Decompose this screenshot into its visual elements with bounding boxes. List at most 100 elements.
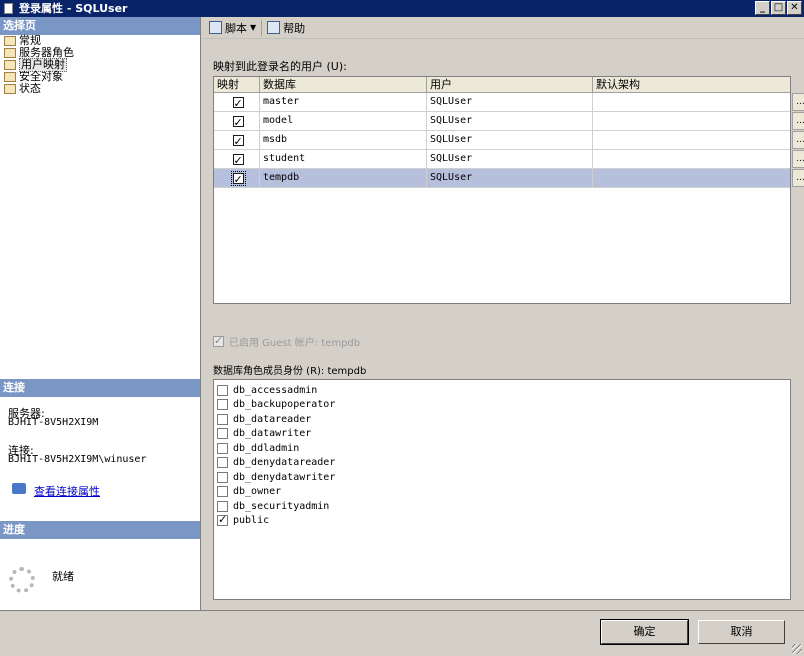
role-membership-label: 数据库角色成员身份 (R): tempdb xyxy=(213,366,367,377)
map-cell xyxy=(214,112,260,132)
help-button[interactable]: 帮助 xyxy=(264,20,308,36)
role-label: db_securityadmin xyxy=(233,500,330,512)
default-schema-cell[interactable]: ... xyxy=(593,93,804,111)
chevron-down-icon[interactable]: ▼ xyxy=(250,23,256,32)
map-cell xyxy=(214,93,260,113)
table-row[interactable]: msdbSQLUser... xyxy=(214,131,804,151)
role-checkbox[interactable] xyxy=(217,384,228,396)
user-cell[interactable]: SQLUser xyxy=(427,169,593,187)
page-icon xyxy=(4,72,16,82)
progress-status: 就绪 xyxy=(52,570,74,583)
guest-account-checkbox xyxy=(213,334,224,347)
role-item[interactable]: db_accessadmin xyxy=(214,383,790,398)
page-icon xyxy=(4,36,16,46)
role-item[interactable]: db_datareader xyxy=(214,412,790,427)
map-cell xyxy=(214,169,260,189)
guest-account-label: 已启用 Guest 帐户: tempdb xyxy=(229,338,361,349)
user-cell[interactable]: SQLUser xyxy=(427,112,593,130)
role-membership-list: db_accessadmin db_backupoperator db_datare… xyxy=(213,379,791,600)
progress-spinner-icon xyxy=(9,567,35,593)
database-cell: msdb xyxy=(260,131,427,149)
role-label: db_denydatareader xyxy=(233,457,336,469)
column-header-map[interactable]: 映射 xyxy=(214,77,260,92)
database-cell: tempdb xyxy=(260,169,427,187)
role-checkbox[interactable] xyxy=(217,471,228,483)
role-checkbox[interactable] xyxy=(217,500,228,512)
map-checkbox[interactable] xyxy=(232,95,244,113)
script-button[interactable]: 脚本 ▼ xyxy=(206,20,259,36)
left-pane: 选择页 常规 服务器角色 用户映射 安全对象 状态 连接 服务器: BJHIT-8V5H… xyxy=(0,17,201,610)
role-item[interactable]: db_denydatawriter xyxy=(214,470,790,485)
connection-properties-icon xyxy=(12,483,26,494)
table-row[interactable]: masterSQLUser... xyxy=(214,93,804,113)
role-checkbox[interactable] xyxy=(217,413,228,425)
role-checkbox[interactable] xyxy=(217,486,228,498)
role-item[interactable]: db_datawriter xyxy=(214,427,790,442)
column-header-default-schema[interactable]: 默认架构 xyxy=(593,77,790,92)
default-schema-cell[interactable]: ... xyxy=(593,112,804,130)
help-icon xyxy=(267,21,281,34)
role-item[interactable]: db_securityadmin xyxy=(214,499,790,514)
database-cell: master xyxy=(260,93,427,111)
browse-schema-button[interactable]: ... xyxy=(792,112,804,130)
cancel-button[interactable]: 取消 xyxy=(698,620,785,644)
nav-item-page[interactable]: 状态 xyxy=(0,83,200,95)
browse-schema-button[interactable]: ... xyxy=(792,131,804,149)
page-icon xyxy=(4,48,16,58)
user-cell[interactable]: SQLUser xyxy=(427,150,593,168)
window-title: 登录属性 - SQLUser xyxy=(19,2,128,15)
role-label: db_datawriter xyxy=(233,428,312,440)
table-row[interactable]: studentSQLUser... xyxy=(214,150,804,170)
default-schema-cell[interactable]: ... xyxy=(593,169,804,187)
role-label: public xyxy=(233,515,270,527)
help-label: 帮助 xyxy=(283,21,306,35)
window-icon xyxy=(4,3,13,14)
browse-schema-button[interactable]: ... xyxy=(792,169,804,187)
role-item[interactable]: db_owner xyxy=(214,485,790,500)
role-checkbox[interactable] xyxy=(217,457,228,469)
mouse-cursor-icon xyxy=(3,93,21,111)
view-connection-properties-link[interactable]: 查看连接属性 xyxy=(34,483,100,499)
database-cell: student xyxy=(260,150,427,168)
map-checkbox[interactable] xyxy=(230,170,246,189)
default-schema-cell[interactable]: ... xyxy=(593,131,804,149)
role-checkbox[interactable] xyxy=(217,399,228,411)
maximize-button[interactable]: □ xyxy=(771,1,786,15)
user-cell[interactable]: SQLUser xyxy=(427,131,593,149)
map-checkbox[interactable] xyxy=(232,152,244,170)
browse-schema-button[interactable]: ... xyxy=(792,150,804,168)
user-cell[interactable]: SQLUser xyxy=(427,93,593,111)
column-header-database[interactable]: 数据库 xyxy=(260,77,427,92)
resize-grip-icon[interactable] xyxy=(792,644,802,654)
default-schema-cell[interactable]: ... xyxy=(593,150,804,168)
role-item[interactable]: public xyxy=(214,513,790,529)
role-label: db_datareader xyxy=(233,413,312,425)
role-checkbox[interactable] xyxy=(217,428,228,440)
close-button[interactable]: ✕ xyxy=(787,1,802,15)
database-cell: model xyxy=(260,112,427,130)
mapping-label: 映射到此登录名的用户 (U): xyxy=(213,60,347,73)
guest-account-option: 已启用 Guest 帐户: tempdb xyxy=(213,334,360,349)
role-item[interactable]: db_ddladmin xyxy=(214,441,790,456)
role-checkbox[interactable] xyxy=(217,442,228,454)
script-label: 脚本 xyxy=(225,21,247,35)
bottom-bar: 确定 取消 xyxy=(0,610,804,656)
table-row[interactable]: tempdbSQLUser... xyxy=(214,169,804,189)
role-label: db_ddladmin xyxy=(233,442,300,454)
role-item[interactable]: db_denydatareader xyxy=(214,456,790,471)
script-icon xyxy=(209,21,222,34)
role-label: db_accessadmin xyxy=(233,384,318,396)
ok-button[interactable]: 确定 xyxy=(600,619,689,645)
table-row[interactable]: modelSQLUser... xyxy=(214,112,804,132)
nav-item-label: 状态 xyxy=(19,82,41,95)
minimize-button[interactable]: _ xyxy=(755,1,770,15)
map-cell xyxy=(214,150,260,170)
browse-schema-button[interactable]: ... xyxy=(792,93,804,111)
role-label: db_backupoperator xyxy=(233,399,336,411)
column-header-user[interactable]: 用户 xyxy=(427,77,593,92)
connection-header: 连接 xyxy=(0,379,200,397)
map-checkbox[interactable] xyxy=(232,133,244,151)
map-checkbox[interactable] xyxy=(232,114,244,132)
role-item[interactable]: db_backupoperator xyxy=(214,398,790,413)
role-checkbox[interactable] xyxy=(217,513,228,527)
